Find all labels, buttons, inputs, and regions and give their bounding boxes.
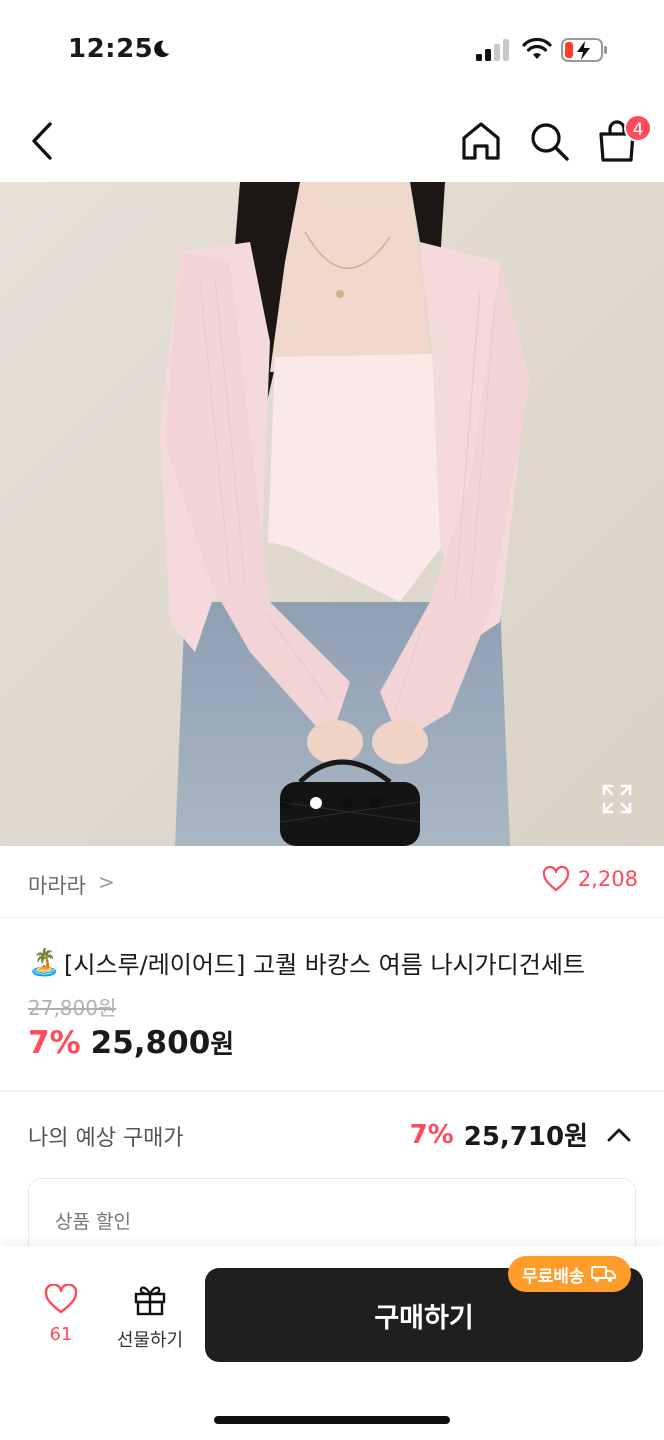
free-shipping-label: 무료배송 — [522, 1266, 585, 1287]
store-name-link[interactable]: 마라라 — [28, 870, 86, 900]
original-price: 27,800원 — [28, 996, 117, 1020]
expected-discount-rate: 7% — [409, 1119, 454, 1150]
buy-button-label: 구매하기 — [374, 1302, 474, 1334]
top-nav: 4 — [0, 96, 664, 184]
heart-icon — [44, 1284, 78, 1314]
like-count: 2,208 — [577, 867, 638, 891]
wishlist-count: 61 — [49, 1324, 73, 1345]
gift-label: 선물하기 — [116, 1330, 184, 1351]
gift-button[interactable]: 선물하기 — [110, 1282, 190, 1356]
heart-icon — [542, 866, 569, 892]
gallery-dot-active[interactable] — [310, 797, 322, 809]
island-emoji: 🏝️ — [28, 947, 61, 978]
moon-icon — [154, 40, 170, 58]
product-image-gallery[interactable] — [0, 182, 664, 846]
sale-price: 25,800원 — [91, 1024, 235, 1061]
discount-rate: 7% — [28, 1025, 81, 1061]
price-row: 7% 25,800원 — [28, 1024, 234, 1061]
wishlist-button[interactable]: 61 — [30, 1284, 92, 1354]
sale-price-value: 25,800 — [90, 1025, 211, 1061]
store-row: 마라라 > 2,208 — [0, 846, 664, 918]
gallery-dot[interactable] — [340, 797, 352, 809]
battery-charging-icon — [561, 38, 607, 62]
expected-price-label: 나의 예상 구매가 — [28, 1126, 184, 1151]
home-indicator[interactable] — [214, 1416, 450, 1424]
expected-price-toggle[interactable]: 7% 25,710원 — [410, 1116, 634, 1153]
product-discount-label: 상품 할인 — [55, 1211, 131, 1233]
product-title-row: 🏝️ [시스루/레이어드] 고퀄 바캉스 여름 나시가디건세트 — [28, 945, 648, 980]
gallery-dots — [280, 797, 382, 809]
gallery-dot[interactable] — [370, 797, 382, 809]
bottom-action-bar: 61 선물하기 구매하기 무료배송 — [0, 1246, 664, 1440]
expected-price-row: 나의 예상 구매가 7% 25,710원 — [0, 1108, 664, 1164]
expected-price-value: 25,710원 — [463, 1122, 588, 1152]
back-icon[interactable] — [24, 116, 60, 166]
truck-icon — [590, 1266, 616, 1282]
product-photo — [0, 182, 664, 846]
section-divider — [0, 1090, 664, 1092]
signal-icon — [476, 39, 509, 61]
cart-count-badge: 4 — [624, 114, 652, 142]
status-time: 12:25 — [68, 34, 154, 64]
chevron-right-icon: > — [98, 870, 115, 894]
gallery-dot[interactable] — [280, 797, 292, 809]
chevron-up-icon — [607, 1128, 631, 1141]
status-bar: 12:25 — [0, 0, 664, 96]
product-title: [시스루/레이어드] 고퀄 바캉스 여름 나시가디건세트 — [64, 951, 586, 979]
home-icon[interactable] — [458, 118, 504, 164]
expand-icon[interactable] — [600, 782, 634, 816]
currency-unit: 원 — [210, 1030, 235, 1060]
like-button[interactable]: 2,208 — [542, 866, 638, 892]
wifi-icon — [522, 37, 552, 59]
gift-icon — [134, 1286, 166, 1316]
search-icon[interactable] — [526, 118, 572, 164]
free-shipping-badge: 무료배송 — [508, 1256, 631, 1292]
